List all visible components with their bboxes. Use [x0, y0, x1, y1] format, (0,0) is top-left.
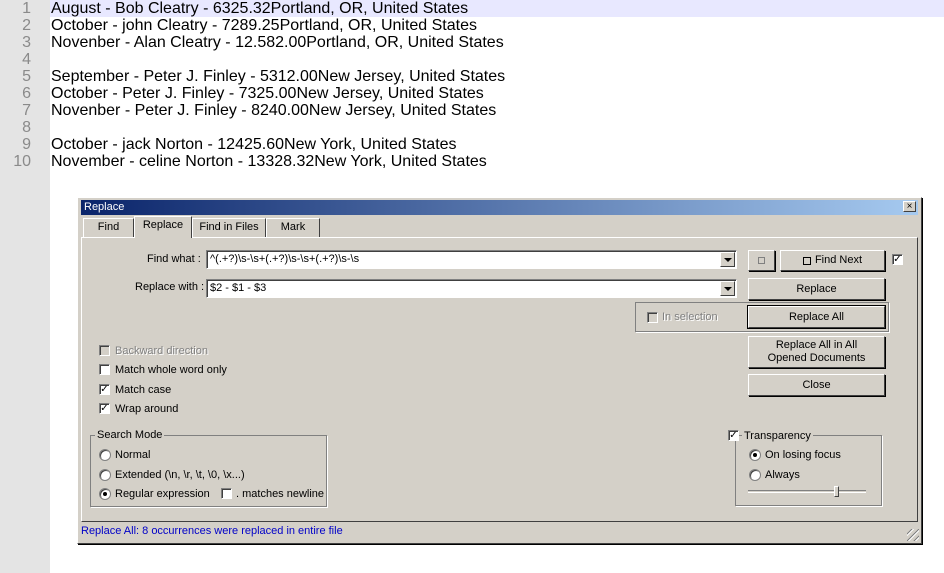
swap-strings-button[interactable] [748, 250, 775, 271]
extended-label: Extended (\n, \r, \t, \0, \x...) [115, 469, 245, 481]
regex-radio[interactable] [99, 488, 111, 500]
on-losing-focus-radio[interactable] [749, 449, 761, 461]
line-number: 9 [22, 136, 31, 153]
swap-icon [758, 257, 765, 264]
transparency-checkbox[interactable]: ✓ [728, 430, 739, 441]
always-label: Always [765, 469, 800, 481]
editor-line[interactable]: Novenber - Peter J. Finley - 8240.00New … [51, 102, 496, 119]
line-number: 3 [22, 34, 31, 51]
in-selection-label: In selection [662, 311, 718, 323]
line-number: 7 [22, 102, 31, 119]
matches-newline-checkbox[interactable] [221, 488, 232, 499]
match-whole-word-checkbox[interactable] [99, 364, 110, 375]
close-icon[interactable]: × [903, 201, 916, 212]
resize-grip-icon[interactable] [907, 529, 919, 541]
replace-button[interactable]: Replace [748, 278, 885, 300]
match-case-checkbox[interactable]: ✓ [99, 384, 110, 395]
chevron-down-icon[interactable] [720, 252, 735, 267]
line-number: 6 [22, 85, 31, 102]
tab-mark[interactable]: Mark [266, 218, 320, 237]
line-number: 1 [22, 0, 31, 17]
editor-line[interactable]: October - jack Norton - 12425.60New York… [51, 136, 457, 153]
find-what-combobox[interactable]: ^(.+?)\s-\s+(.+?)\s-\s+(.+?)\s-\s [206, 250, 737, 269]
transparency-label: Transparency [742, 430, 813, 443]
in-selection-checkbox[interactable] [647, 312, 658, 323]
editor-line[interactable]: November - celine Norton - 13328.32New Y… [51, 153, 487, 170]
replace-all-button[interactable]: Replace All [747, 305, 886, 329]
transparency-slider-track[interactable] [748, 490, 866, 493]
tab-replace[interactable]: Replace [134, 216, 192, 238]
normal-label: Normal [115, 449, 151, 461]
close-button[interactable]: Close [748, 374, 885, 396]
transparency-slider-thumb[interactable] [833, 486, 839, 497]
match-whole-word-label: Match whole word only [115, 364, 227, 376]
direction-box-icon [802, 256, 811, 265]
find-what-value[interactable]: ^(.+?)\s-\s+(.+?)\s-\s+(.+?)\s-\s [210, 253, 359, 266]
replace-all-opened-line1: Replace All in All [775, 339, 858, 351]
replace-dialog: Replace × Find Replace Find in Files Mar… [77, 197, 922, 544]
line-number: 2 [22, 17, 31, 34]
find-what-label: Find what : [147, 253, 201, 265]
on-losing-focus-label: On losing focus [765, 449, 841, 461]
editor-line[interactable]: October - john Cleatry - 7289.25Portland… [51, 17, 477, 34]
replace-with-value[interactable]: $2 - $1 - $3 [210, 282, 266, 295]
editor-line[interactable]: Novenber - Alan Cleatry - 12.582.00Portl… [51, 34, 504, 51]
find-next-checkbox[interactable]: ✓ [892, 254, 903, 265]
wrap-around-checkbox[interactable]: ✓ [99, 403, 110, 414]
dialog-titlebar[interactable]: Replace × [81, 200, 918, 215]
editor-line[interactable]: September - Peter J. Finley - 5312.00New… [51, 68, 505, 85]
replace-all-opened-line2: Opened Documents [767, 352, 866, 364]
line-number: 10 [13, 153, 31, 170]
chevron-down-icon[interactable] [720, 281, 735, 296]
replace-with-label: Replace with : [135, 281, 205, 293]
editor-line[interactable]: October - Peter J. Finley - 7325.00New J… [51, 85, 484, 102]
find-next-label: Find Next [814, 254, 863, 266]
status-bar: Replace All: 8 occurrences were replaced… [81, 525, 343, 537]
replace-all-opened-docs-button[interactable]: Replace All in All Opened Documents [748, 336, 885, 368]
replace-with-combobox[interactable]: $2 - $1 - $3 [206, 279, 737, 298]
line-number: 4 [22, 51, 31, 68]
dialog-title: Replace [84, 201, 125, 213]
find-next-button[interactable]: Find Next [780, 250, 885, 271]
tab-find[interactable]: Find [83, 218, 134, 237]
always-radio[interactable] [749, 469, 761, 481]
backward-direction-label: Backward direction [115, 345, 208, 357]
matches-newline-label: . matches newline [236, 488, 324, 500]
match-case-label: Match case [115, 384, 172, 396]
backward-direction-checkbox[interactable] [99, 345, 110, 356]
wrap-around-label: Wrap around [115, 403, 179, 415]
tab-find-in-files[interactable]: Find in Files [192, 218, 266, 237]
editor-line[interactable]: August - Bob Cleatry - 6325.32Portland, … [51, 0, 468, 17]
search-mode-title: Search Mode [95, 429, 165, 442]
extended-radio[interactable] [99, 469, 111, 481]
regex-label: Regular expression [115, 488, 210, 500]
normal-radio[interactable] [99, 449, 111, 461]
line-number: 8 [22, 119, 31, 136]
line-number: 5 [22, 68, 31, 85]
